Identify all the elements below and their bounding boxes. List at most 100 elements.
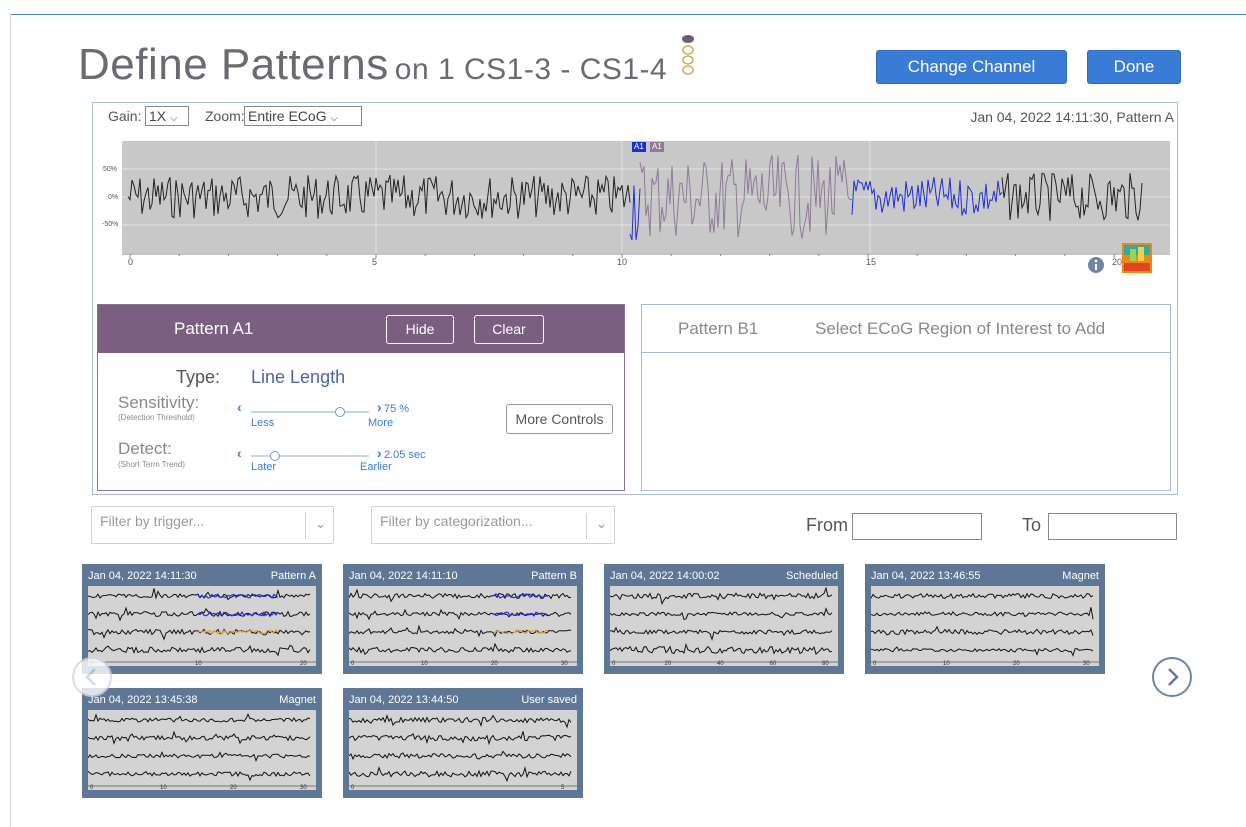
to-label: To [1022, 515, 1042, 535]
gain-label: Gain: [108, 108, 142, 124]
viewer-timestamp: Jan 04, 2022 14:11:30, Pattern A [970, 109, 1174, 125]
previous-page-button[interactable] [72, 657, 112, 697]
thumbnail-header: Jan 04, 2022 14:11:30 Pattern A [88, 570, 316, 586]
gain-select[interactable]: 1X ⌵ [145, 106, 189, 126]
from-date-input[interactable] [852, 513, 982, 540]
x-tick-label: 15 [866, 257, 877, 267]
thumbnail-trace: 05 [348, 710, 577, 791]
thumbnail-type: Pattern B [531, 570, 577, 582]
thumbnail-trace: 0 20 40 60 80 [609, 586, 838, 667]
change-channel-button[interactable]: Change Channel [876, 50, 1067, 84]
thumbnail-tick-label: 20 [230, 785, 237, 790]
thumbnail-header: Jan 04, 2022 14:00:02 Scheduled [610, 570, 838, 586]
detect-sublabel: (Short Term Trend) [118, 460, 185, 469]
y-tick-label: 0% [108, 194, 119, 201]
gain-value: 1X [149, 108, 167, 124]
thumbnail-date: Jan 04, 2022 13:46:55 [871, 570, 981, 582]
clear-button[interactable]: Clear [474, 315, 544, 344]
thumbnail-tick-label: 30 [561, 661, 568, 666]
spectrogram-icon[interactable] [1122, 243, 1152, 273]
pattern-b-title: Pattern B1 [678, 319, 759, 338]
x-tick-label: 10 [617, 257, 628, 267]
thumbnail-tick-label: 20 [665, 661, 672, 666]
to-date-input[interactable] [1048, 513, 1177, 540]
thumbnail-type: Pattern A [270, 570, 316, 582]
chevron-right-icon[interactable]: › [377, 445, 382, 461]
event-thumbnail[interactable]: Jan 04, 2022 14:11:10 Pattern B 0 10 20 30 [343, 564, 583, 674]
event-thumbnail[interactable]: Jan 04, 2022 14:00:02 Scheduled 0 20 40 60 80 [604, 564, 844, 674]
sensitivity-slider[interactable] [251, 407, 369, 417]
trigger-filter-select[interactable]: Filter by trigger... ⌄ [91, 506, 334, 544]
event-thumbnail[interactable]: Jan 04, 2022 14:11:30Pattern A01020 [82, 564, 322, 674]
category-filter-placeholder: Filter by categorization... [380, 513, 533, 529]
chevron-left-icon [85, 668, 96, 686]
thumbnail-date: Jan 04, 2022 14:00:02 [610, 570, 720, 582]
time-axis: 0 5 10 15 20 [122, 253, 1170, 273]
pattern-a-title: Pattern A1 [174, 319, 254, 338]
chevron-down-icon: ⌵ [170, 113, 178, 124]
thumbnail-header: Jan 04, 2022 13:46:55 Magnet [871, 570, 1099, 586]
thumbnail-date: Jan 04, 2022 13:44:50 [349, 694, 459, 706]
x-tick-label: 5 [372, 257, 378, 267]
done-button[interactable]: Done [1087, 50, 1181, 84]
category-filter-select[interactable]: Filter by categorization... ⌄ [371, 506, 615, 544]
marker-label[interactable]: A1 [632, 142, 646, 152]
chevron-down-icon: ⌄ [315, 516, 326, 531]
sensitivity-slider-handle[interactable] [334, 407, 345, 417]
detect-slider-handle[interactable] [269, 451, 280, 461]
thumbnail-date: Jan 04, 2022 14:11:10 [349, 570, 458, 582]
thumbnail-tick-label: 20 [491, 661, 498, 666]
event-thumbnail[interactable]: Jan 04, 2022 13:46:55 Magnet 0 10 20 30 [865, 564, 1105, 674]
sensitivity-value: 75 % [384, 403, 410, 415]
from-label: From [806, 515, 848, 535]
thumbnail-type: Scheduled [786, 570, 838, 582]
page-title-main: Define Patterns [78, 40, 389, 89]
detect-slider[interactable] [251, 451, 369, 461]
event-thumbnail[interactable]: Jan 04, 2022 13:44:50 User saved 0 5 [343, 688, 583, 798]
chevron-left-icon[interactable]: ‹ [237, 445, 242, 461]
hide-button[interactable]: Hide [386, 315, 454, 344]
next-page-button[interactable] [1152, 657, 1192, 697]
thumbnail-type: User saved [521, 694, 577, 706]
type-label: Type: [176, 367, 221, 387]
thumbnail-trace: 01020 [87, 586, 316, 667]
page-title: Define Patterns on 1 CS1-3 - CS1-4 [78, 40, 667, 90]
ecog-trace-canvas [122, 141, 1170, 253]
thumbnail-tick-label: 10 [160, 785, 167, 790]
pattern-b-hint: Select ECoG Region of Interest to Add [815, 319, 1106, 338]
thumbnail-tick-label: 20 [300, 661, 307, 666]
info-icon[interactable] [1087, 256, 1105, 274]
chevron-right-icon[interactable]: › [377, 399, 382, 415]
marker-label[interactable]: A1 [650, 142, 664, 152]
chevron-right-icon [1168, 668, 1179, 686]
chevron-down-icon: ⌄ [596, 516, 607, 531]
thumbnail-tick-label: 40 [717, 661, 724, 666]
pattern-a-panel: Pattern A1 Hide Clear Type: Line Length … [97, 304, 625, 491]
trigger-filter-placeholder: Filter by trigger... [100, 513, 205, 529]
chevron-left-icon[interactable]: ‹ [237, 399, 242, 415]
thumbnail-header: Jan 04, 2022 14:11:10 Pattern B [349, 570, 577, 586]
thumbnail-tick-label: 20 [1013, 661, 1020, 666]
page-title-channel: on 1 CS1-3 - CS1-4 [394, 53, 668, 86]
thumbnail-trace: 0 10 20 30 [87, 710, 316, 791]
detect-earlier-label: Earlier [360, 461, 392, 473]
zoom-select[interactable]: Entire ECoG ⌵ [244, 106, 362, 126]
type-value[interactable]: Line Length [251, 367, 345, 388]
detect-label: Detect: [118, 439, 172, 458]
x-tick-label: 20 [1112, 257, 1123, 267]
thumbnail-tick-label: 80 [822, 661, 829, 666]
thumbnail-trace: 0 10 20 30 [870, 586, 1099, 667]
sensitivity-less-label: Less [251, 417, 275, 429]
zoom-value: Entire ECoG [248, 108, 327, 124]
electrode-icon [682, 35, 694, 75]
event-thumbnail[interactable]: Jan 04, 2022 13:45:38 Magnet 0 10 20 30 [82, 688, 322, 798]
sensitivity-label: Sensitivity: [118, 393, 200, 412]
y-tick-label: -50% [102, 221, 119, 228]
top-rule [10, 14, 1246, 15]
ecog-trace-plot[interactable] [122, 141, 1170, 253]
more-controls-button[interactable]: More Controls [506, 404, 613, 434]
thumbnail-trace: 0 10 20 30 [348, 586, 577, 667]
pattern-b-panel: Pattern B1 Select ECoG Region of Interes… [641, 304, 1171, 491]
thumbnail-header: Jan 04, 2022 13:44:50 User saved [349, 694, 577, 710]
thumbnail-type: Magnet [1062, 570, 1099, 582]
